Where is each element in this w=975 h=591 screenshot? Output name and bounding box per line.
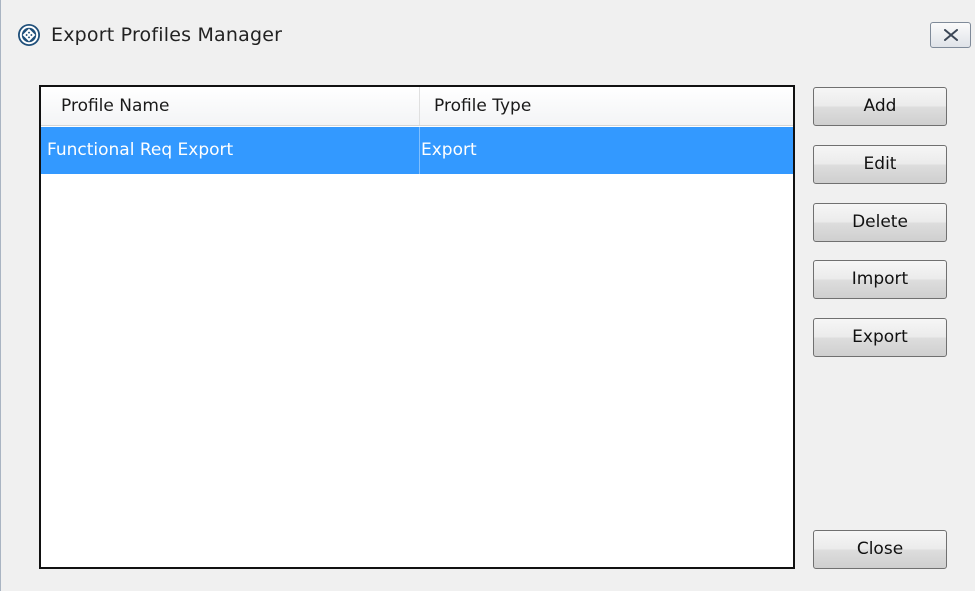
- delete-button[interactable]: Delete: [813, 203, 947, 242]
- profile-name-cell: Functional Req Export: [47, 140, 234, 160]
- table-row[interactable]: Functional Req Export Export: [41, 127, 793, 174]
- edit-button[interactable]: Edit: [813, 145, 947, 184]
- close-button[interactable]: Close: [813, 530, 947, 569]
- profile-type-cell: Export: [419, 127, 477, 174]
- title-bar: Export Profiles Manager: [1, 0, 975, 70]
- add-button[interactable]: Add: [813, 87, 947, 126]
- window-close-button[interactable]: [930, 22, 971, 48]
- export-button[interactable]: Export: [813, 318, 947, 357]
- export-profiles-dialog: Export Profiles Manager Profile Name Pro…: [0, 0, 975, 591]
- list-header: Profile Name Profile Type: [41, 87, 793, 126]
- app-logo-icon: [17, 23, 41, 47]
- column-header-profile-name[interactable]: Profile Name: [41, 87, 420, 125]
- profiles-list[interactable]: Profile Name Profile Type Functional Req…: [39, 85, 795, 569]
- window-title: Export Profiles Manager: [51, 24, 283, 46]
- column-header-profile-type[interactable]: Profile Type: [420, 87, 793, 125]
- import-button[interactable]: Import: [813, 260, 947, 299]
